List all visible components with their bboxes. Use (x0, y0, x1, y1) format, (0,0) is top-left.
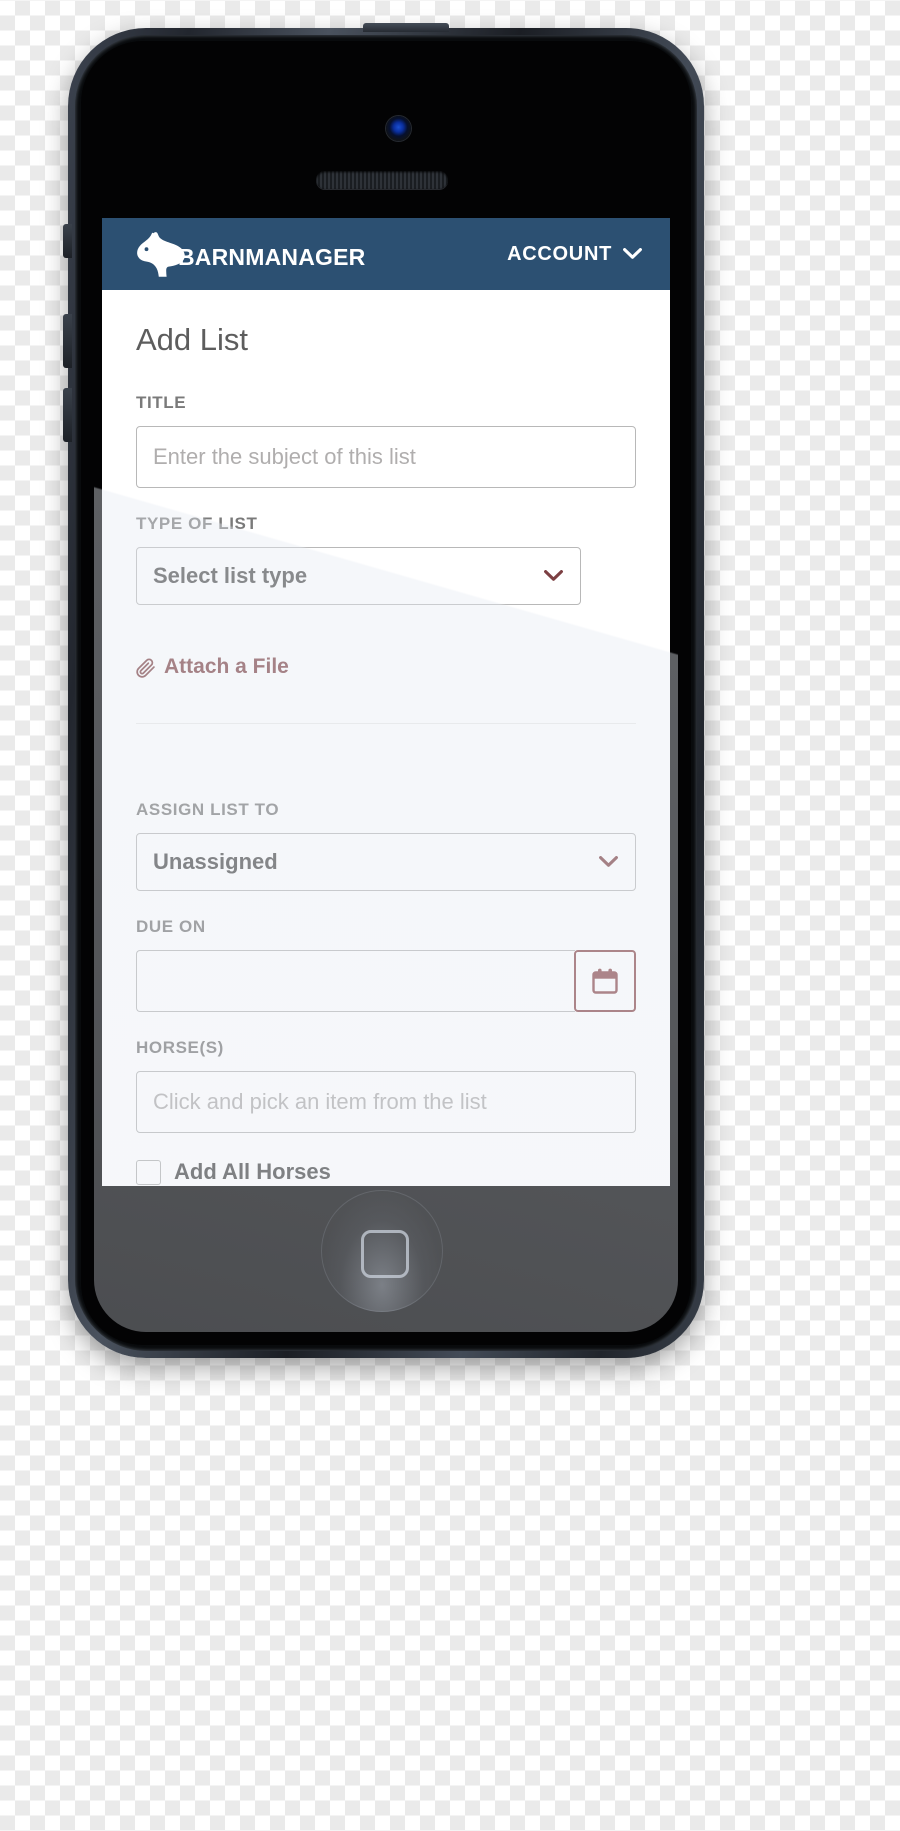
horses-input[interactable] (136, 1071, 636, 1133)
silent-switch[interactable] (63, 224, 72, 258)
page-content: Add List TITLE TYPE OF LIST Select list … (102, 290, 670, 1185)
field-type-of-list: TYPE OF LIST Select list type (136, 514, 636, 605)
add-all-horses-row[interactable]: Add All Horses (136, 1159, 636, 1185)
due-on-label: DUE ON (136, 917, 206, 936)
page-title: Add List (136, 322, 249, 357)
title-input[interactable] (136, 426, 636, 488)
home-button-icon (361, 1230, 409, 1278)
volume-down-button[interactable] (63, 388, 72, 442)
phone-mockup: BARNMANAGER ACCOUNT Add List TITLE TYPE … (63, 23, 704, 1358)
brand-wordmark: BARNMANAGER (178, 243, 366, 270)
type-of-list-label: TYPE OF LIST (136, 514, 258, 533)
field-title: TITLE (136, 393, 636, 488)
title-label: TITLE (136, 393, 187, 412)
chevron-down-icon (544, 570, 563, 581)
calendar-picker-button[interactable] (574, 950, 636, 1012)
type-of-list-value: Select list type (153, 563, 308, 588)
account-label: ACCOUNT (507, 242, 612, 265)
home-button[interactable] (321, 1190, 443, 1312)
assign-list-to-select[interactable]: Unassigned (136, 833, 636, 891)
account-menu-button[interactable]: ACCOUNT (507, 243, 642, 266)
chevron-down-icon (599, 856, 618, 867)
paperclip-icon (136, 657, 155, 678)
chevron-down-icon (623, 248, 642, 259)
field-assign-list-to: ASSIGN LIST TO Unassigned (136, 800, 636, 891)
app-header: BARNMANAGER ACCOUNT (102, 218, 670, 290)
volume-up-button[interactable] (63, 314, 72, 368)
front-camera-icon (386, 116, 411, 141)
earpiece-speaker-icon (316, 171, 448, 189)
horses-label: HORSE(S) (136, 1038, 224, 1057)
attach-file-link[interactable]: Attach a File (136, 655, 636, 679)
type-of-list-select[interactable]: Select list type (136, 547, 581, 605)
phone-screen: BARNMANAGER ACCOUNT Add List TITLE TYPE … (102, 218, 670, 1186)
field-due-on: DUE ON (136, 917, 636, 1012)
assign-list-to-label: ASSIGN LIST TO (136, 800, 280, 819)
brand-logo[interactable]: BARNMANAGER (132, 231, 365, 277)
due-on-input[interactable] (136, 950, 575, 1012)
add-all-horses-label: Add All Horses (174, 1159, 331, 1184)
calendar-icon (592, 968, 618, 994)
section-divider (136, 723, 636, 724)
add-all-horses-checkbox[interactable] (136, 1159, 161, 1185)
due-on-control (136, 950, 636, 1012)
field-horses: HORSE(S) (136, 1038, 636, 1133)
power-button[interactable] (363, 23, 449, 32)
attach-file-label: Attach a File (164, 655, 289, 678)
assign-list-to-value: Unassigned (153, 849, 278, 874)
